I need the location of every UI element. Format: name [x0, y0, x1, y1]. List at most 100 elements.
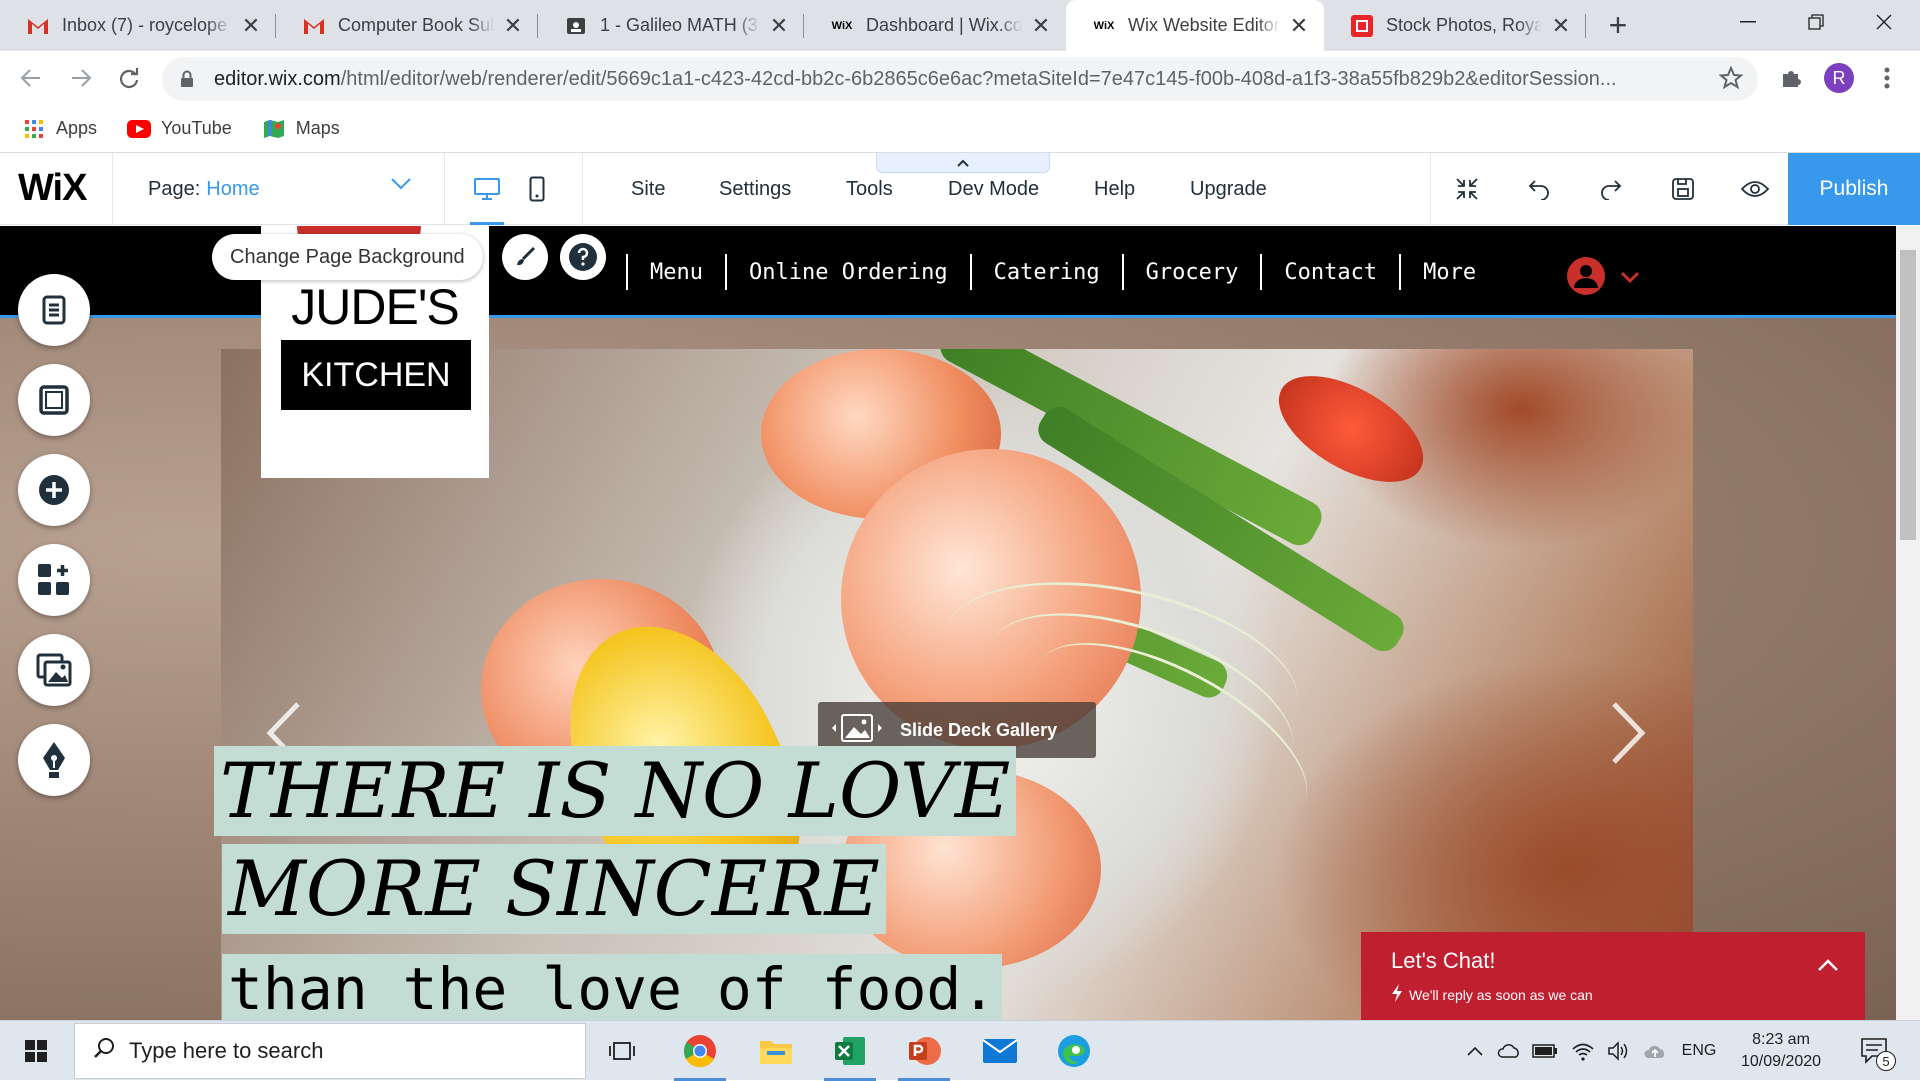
battery-icon[interactable]	[1530, 1021, 1560, 1081]
close-tab-icon[interactable]: ✕	[768, 13, 790, 39]
page-selector[interactable]: Page: Home	[148, 153, 260, 225]
tab-wix-dashboard[interactable]: WiX Dashboard | Wix.com ✕	[804, 0, 1066, 51]
excel-icon[interactable]	[814, 1021, 886, 1081]
background-icon[interactable]	[18, 364, 90, 436]
close-tab-icon[interactable]: ✕	[502, 13, 524, 39]
tab-gmail-inbox[interactable]: Inbox (7) - roycelope ✕	[0, 0, 276, 51]
bookmark-label: Apps	[56, 118, 98, 138]
bookmark-youtube[interactable]: YouTube	[127, 118, 232, 139]
mobile-view-icon[interactable]	[512, 153, 562, 225]
publish-button[interactable]: Publish	[1788, 153, 1920, 225]
upload-cloud-icon[interactable]	[1640, 1021, 1670, 1081]
tab-gmail-book[interactable]: Computer Book Subr ✕	[276, 0, 538, 51]
close-tab-icon[interactable]: ✕	[240, 13, 262, 39]
preview-eye-icon[interactable]	[1719, 153, 1791, 225]
search-placeholder: Type here to search	[129, 1038, 324, 1063]
editor-scrollbar[interactable]	[1896, 226, 1920, 1020]
input-language[interactable]: ENG	[1676, 1021, 1722, 1081]
site-nav-online-ordering[interactable]: Online Ordering	[724, 254, 970, 290]
tab-galileo[interactable]: 1 - Galileo MATH (3: ✕	[538, 0, 804, 51]
menu-settings[interactable]: Settings	[719, 153, 791, 225]
menu-help[interactable]: Help	[1094, 153, 1135, 225]
save-icon[interactable]	[1647, 153, 1719, 225]
bookmark-maps[interactable]: Maps	[262, 118, 340, 139]
forward-icon[interactable]	[62, 59, 100, 97]
site-nav-menu[interactable]: Menu	[626, 254, 725, 290]
tab-strip: Inbox (7) - roycelope ✕ Computer Book Su…	[0, 0, 1920, 51]
chevron-down-icon[interactable]	[390, 177, 412, 196]
chevron-up-icon[interactable]	[1817, 958, 1839, 977]
paintbrush-icon[interactable]	[502, 234, 548, 280]
gallery-next-arrow-icon[interactable]	[1608, 700, 1648, 771]
add-apps-icon[interactable]	[18, 544, 90, 616]
gmail-icon	[302, 14, 326, 38]
tagline[interactable]: than the love of food.	[222, 954, 1003, 1020]
site-nav-grocery[interactable]: Grocery	[1121, 254, 1261, 290]
address-bar[interactable]: editor.wix.com/html/editor/web/renderer/…	[162, 57, 1758, 101]
kebab-menu-icon[interactable]	[1868, 59, 1906, 97]
wifi-icon[interactable]	[1568, 1021, 1598, 1081]
menu-tools[interactable]: Tools	[846, 153, 893, 225]
chrome-icon[interactable]	[664, 1021, 736, 1081]
taskbar-clock[interactable]: 8:23 am 10/09/2020	[1726, 1029, 1836, 1073]
lock-icon	[180, 70, 200, 88]
close-tab-icon[interactable]: ✕	[1288, 13, 1310, 39]
powerpoint-icon[interactable]	[888, 1021, 960, 1081]
bookmark-apps[interactable]: Apps	[22, 118, 97, 139]
search-icon	[93, 1037, 115, 1065]
help-icon[interactable]	[560, 234, 606, 280]
headline-line-1[interactable]: THERE IS NO LOVE	[214, 746, 1017, 836]
gallery-icon	[828, 712, 886, 749]
site-nav: Menu Online Ordering Catering Grocery Co…	[626, 226, 1498, 318]
show-hidden-icons-icon[interactable]	[1460, 1021, 1490, 1081]
blog-pen-icon[interactable]	[18, 724, 90, 796]
extensions-icon[interactable]	[1772, 59, 1810, 97]
clock-date: 10/09/2020	[1740, 1053, 1822, 1070]
bookmark-star-icon[interactable]	[1712, 59, 1750, 97]
editor-canvas[interactable]: Menu Online Ordering Catering Grocery Co…	[0, 226, 1920, 1020]
mail-icon[interactable]	[964, 1021, 1036, 1081]
tab-title: 1 - Galileo MATH (3:	[600, 15, 760, 35]
zoom-out-icon[interactable]	[1431, 153, 1503, 225]
reload-icon[interactable]	[110, 59, 148, 97]
menu-site[interactable]: Site	[631, 153, 665, 225]
site-login-widget[interactable]	[1566, 256, 1640, 301]
menus-pages-icon[interactable]	[18, 274, 90, 346]
menu-dev-mode[interactable]: Dev Mode	[948, 153, 1039, 225]
change-page-background-button[interactable]: Change Page Background	[212, 234, 483, 280]
undo-icon[interactable]	[1503, 153, 1575, 225]
edge-icon[interactable]	[1038, 1021, 1110, 1081]
taskbar-search-input[interactable]: Type here to search	[74, 1023, 586, 1079]
task-view-icon[interactable]	[586, 1021, 658, 1081]
menu-upgrade[interactable]: Upgrade	[1190, 153, 1267, 225]
notifications-icon[interactable]: 5	[1850, 1021, 1900, 1081]
chat-widget[interactable]: Let's Chat! We'll reply as soon as we ca…	[1361, 932, 1865, 1020]
onedrive-icon[interactable]	[1494, 1021, 1524, 1081]
volume-icon[interactable]	[1604, 1021, 1634, 1081]
site-nav-contact[interactable]: Contact	[1260, 254, 1399, 290]
back-icon[interactable]	[12, 59, 50, 97]
media-icon[interactable]	[18, 634, 90, 706]
close-window-icon[interactable]	[1854, 0, 1914, 44]
wix-logo[interactable]: WiX	[18, 167, 87, 210]
scrollbar-thumb[interactable]	[1900, 250, 1916, 540]
minimize-icon[interactable]	[1718, 0, 1778, 44]
site-nav-catering[interactable]: Catering	[969, 254, 1122, 290]
site-nav-more[interactable]: More	[1399, 254, 1498, 290]
restore-icon[interactable]	[1786, 0, 1846, 44]
headline-line-2[interactable]: MORE SINCERE	[222, 844, 886, 934]
chat-subtitle-text: We'll reply as soon as we can	[1409, 986, 1593, 1003]
close-tab-icon[interactable]: ✕	[1550, 13, 1572, 39]
add-elements-icon[interactable]	[18, 454, 90, 526]
tab-stock-photos[interactable]: Stock Photos, Royalty ✕	[1324, 0, 1586, 51]
tab-wix-editor[interactable]: WiX Wix Website Editor - ✕	[1066, 0, 1324, 51]
profile-avatar[interactable]: R	[1824, 63, 1854, 93]
desktop-view-icon[interactable]	[462, 153, 512, 225]
file-explorer-icon[interactable]	[740, 1021, 812, 1081]
new-tab-button[interactable]: +	[1600, 8, 1636, 44]
redo-icon[interactable]	[1575, 153, 1647, 225]
logo-text-kitchen: KITCHEN	[281, 340, 471, 410]
windows-start-icon[interactable]	[0, 1021, 72, 1081]
bookmark-label: YouTube	[161, 118, 232, 138]
close-tab-icon[interactable]: ✕	[1030, 13, 1052, 39]
